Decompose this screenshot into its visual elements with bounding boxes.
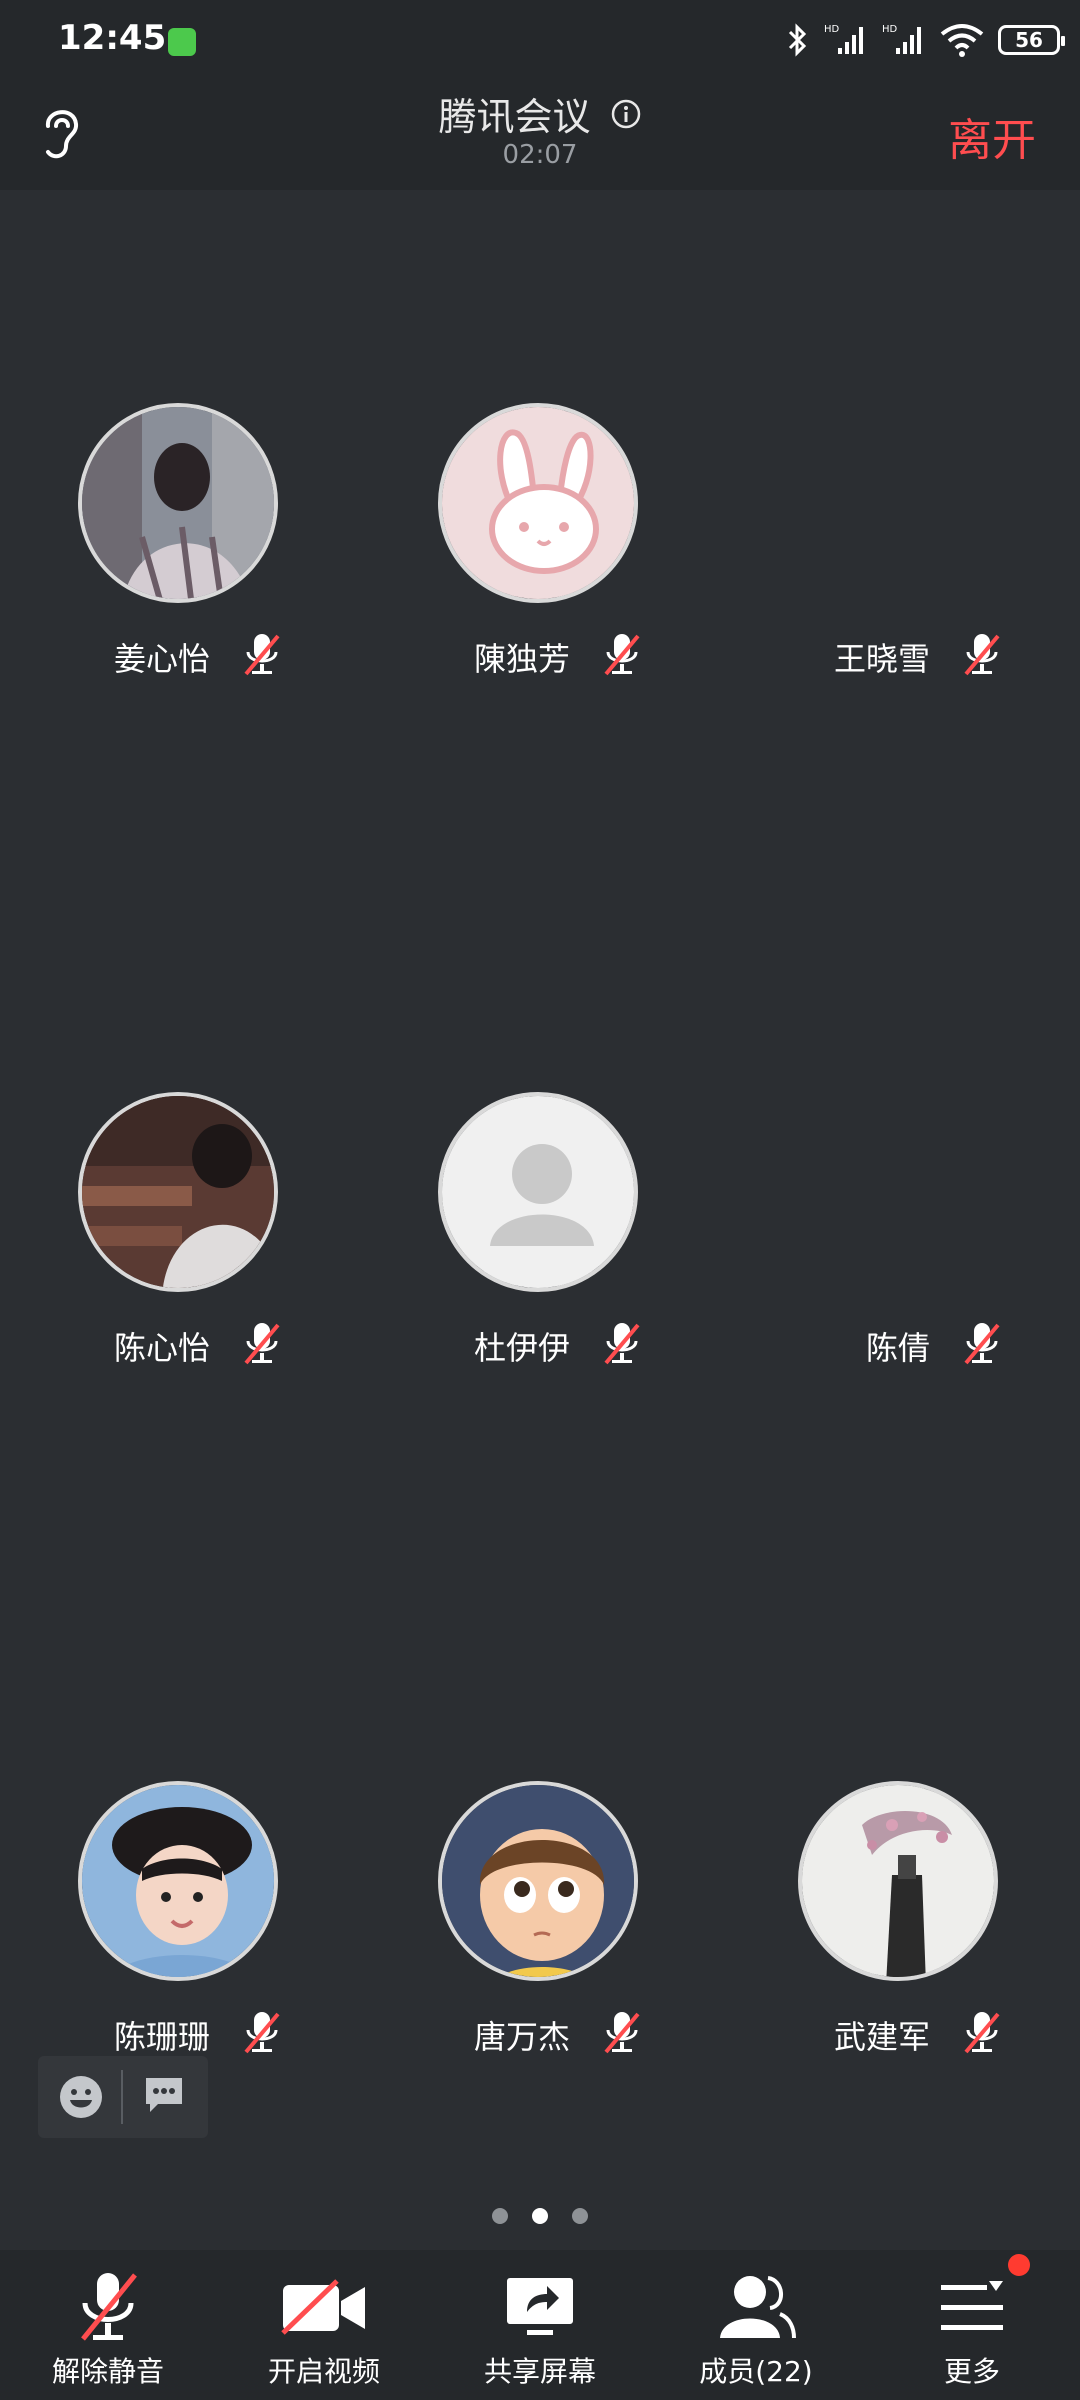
notification-dot xyxy=(1008,2254,1030,2276)
meeting-duration: 02:07 xyxy=(502,140,578,170)
participant-tile[interactable]: 陈倩 xyxy=(720,1092,1080,1412)
mic-muted-icon xyxy=(964,2012,1000,2054)
participant-name: 陈珊珊 xyxy=(113,2018,210,2056)
meeting-header: 腾讯会议 02:07 离开 xyxy=(0,80,1080,190)
bottom-toolbar: 解除静音 开启视频 共享屏幕 成员(22) 更多 xyxy=(0,2250,1080,2400)
mic-muted-icon xyxy=(604,634,640,676)
wifi-icon xyxy=(940,22,984,58)
page-indicator xyxy=(0,2208,1080,2228)
more-button[interactable]: 更多 xyxy=(864,2250,1080,2400)
participant-name-row: 王晓雪 xyxy=(720,628,1080,678)
participant-name: 陈倩 xyxy=(865,1329,930,1367)
status-bar: 12:45 HD HD 56 xyxy=(0,0,1080,80)
page-dot[interactable] xyxy=(492,2208,508,2224)
participant-tile[interactable]: 武建军 xyxy=(720,1781,1080,2101)
participant-tile[interactable]: 王晓雪 xyxy=(720,403,1080,723)
participant-name: 陈心怡 xyxy=(113,1329,210,1367)
participant-name-row: 杜伊伊 xyxy=(360,1317,720,1367)
participant-name: 唐万杰 xyxy=(473,2018,570,2056)
avatar xyxy=(798,1781,998,1981)
participant-name-row: 陳独芳 xyxy=(360,628,720,678)
members-icon xyxy=(720,2276,796,2339)
more-menu-icon xyxy=(941,2281,1003,2330)
hd-signal-icon: HD xyxy=(824,22,868,58)
toolbar-label: 成员(22) xyxy=(699,2355,813,2388)
participant-name: 陳独芳 xyxy=(473,640,570,678)
svg-text:HD: HD xyxy=(824,24,840,35)
mic-muted-icon xyxy=(964,634,1000,676)
mic-muted-icon xyxy=(244,1323,280,1365)
participant-name: 王晓雪 xyxy=(833,640,930,678)
video-off-icon xyxy=(281,2279,365,2335)
members-button[interactable]: 成员(22) xyxy=(648,2250,864,2400)
participant-name: 姜心怡 xyxy=(113,640,210,678)
page-dot[interactable] xyxy=(572,2208,588,2224)
unmute-button[interactable]: 解除静音 xyxy=(0,2250,216,2400)
toolbar-label: 更多 xyxy=(943,2355,1000,2388)
toolbar-label: 解除静音 xyxy=(51,2355,164,2388)
svg-text:HD: HD xyxy=(882,24,898,35)
start-video-button[interactable]: 开启视频 xyxy=(216,2250,432,2400)
mic-muted-icon xyxy=(244,634,280,676)
mic-muted-icon xyxy=(604,2012,640,2054)
hd-signal-icon: HD xyxy=(882,22,926,58)
battery-level: 56 xyxy=(1015,28,1043,52)
participant-name-row: 陈心怡 xyxy=(0,1317,360,1367)
participant-name-row: 唐万杰 xyxy=(360,2006,720,2056)
page-dot-active[interactable] xyxy=(532,2208,548,2224)
participant-name-row: 武建军 xyxy=(720,2006,1080,2056)
participant-tile[interactable]: 杜伊伊 xyxy=(360,1092,720,1412)
participant-tile[interactable]: 陳独芳 xyxy=(360,403,720,723)
participant-name: 杜伊伊 xyxy=(473,1329,570,1367)
leave-button[interactable]: 离开 xyxy=(948,104,1036,168)
mic-muted-icon xyxy=(604,1323,640,1365)
avatar xyxy=(438,1781,638,1981)
participant-name-row: 姜心怡 xyxy=(0,628,360,678)
avatar xyxy=(78,403,278,603)
avatar xyxy=(78,1781,278,1981)
participant-name: 武建军 xyxy=(833,2018,930,2056)
divider xyxy=(121,2070,123,2124)
share-screen-icon xyxy=(507,2278,573,2335)
chat-icon[interactable] xyxy=(142,2074,186,2116)
status-time: 12:45 xyxy=(58,18,167,58)
meeting-title[interactable]: 腾讯会议 xyxy=(438,86,590,141)
participant-tile[interactable]: 陈珊珊 xyxy=(0,1781,360,2101)
emoji-icon[interactable] xyxy=(58,2074,104,2120)
avatar xyxy=(438,403,638,603)
mic-muted-icon xyxy=(964,1323,1000,1365)
reaction-chat-bar xyxy=(38,2056,208,2138)
avatar xyxy=(78,1092,278,1292)
battery-icon: 56 xyxy=(998,25,1065,55)
app-notification-icon xyxy=(168,28,196,56)
info-icon[interactable] xyxy=(610,98,642,130)
participant-tile[interactable]: 唐万杰 xyxy=(360,1781,720,2101)
toolbar-label: 共享屏幕 xyxy=(483,2355,596,2388)
toolbar-label: 开启视频 xyxy=(267,2355,380,2388)
participant-name-row: 陈珊珊 xyxy=(0,2006,360,2056)
participant-tile[interactable]: 陈心怡 xyxy=(0,1092,360,1412)
mic-muted-icon xyxy=(244,2012,280,2054)
mic-off-icon xyxy=(81,2273,137,2341)
bluetooth-icon xyxy=(786,22,810,58)
participant-tile[interactable]: 姜心怡 xyxy=(0,403,360,723)
avatar xyxy=(438,1092,638,1292)
share-screen-button[interactable]: 共享屏幕 xyxy=(432,2250,648,2400)
participant-name-row: 陈倩 xyxy=(720,1317,1080,1367)
